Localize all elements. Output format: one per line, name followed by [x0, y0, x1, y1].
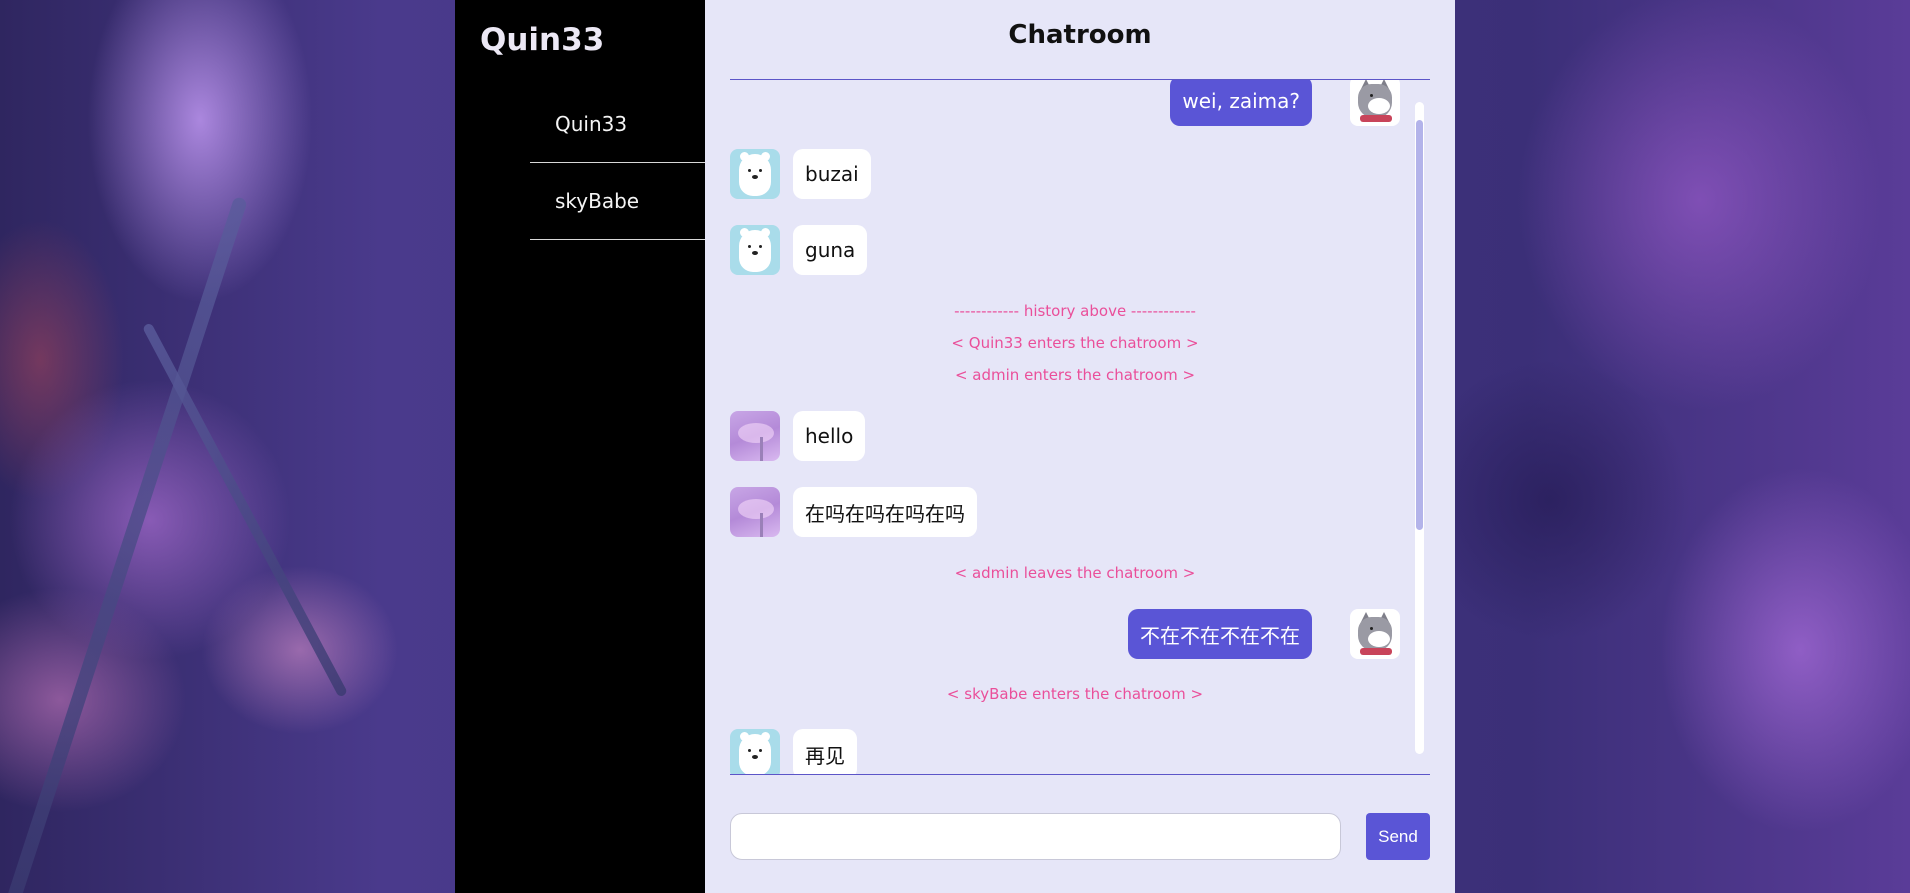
message-bubble: 在吗在吗在吗在吗	[793, 487, 977, 537]
husky-avatar	[1350, 80, 1400, 126]
chat-panel: Chatroom wei, zaima? buzai guna --------…	[705, 0, 1455, 893]
message-input[interactable]	[730, 813, 1341, 860]
message-list[interactable]: wei, zaima? buzai guna ------------ hist…	[730, 80, 1400, 774]
background-stem	[141, 322, 349, 698]
message-bubble: guna	[793, 225, 868, 275]
sidebar: Quin33 Quin33 skyBabe	[455, 0, 705, 893]
message-row: 再见	[730, 729, 1400, 774]
message-bubble: hello	[793, 411, 866, 461]
user-list: Quin33 skyBabe	[530, 86, 705, 240]
divider	[730, 774, 1430, 775]
system-notice: < skyBabe enters the chatroom >	[946, 685, 1204, 703]
message-bubble: wei, zaima?	[1170, 80, 1312, 126]
user-list-item-skybabe[interactable]: skyBabe	[530, 163, 705, 240]
polar-bear-avatar	[730, 729, 780, 774]
chat-app: Quin33 Quin33 skyBabe Chatroom wei, zaim…	[455, 0, 1455, 893]
message-row: 不在不在不在不在	[730, 609, 1400, 659]
chat-title: Chatroom	[1008, 20, 1152, 50]
message-bubble: 不在不在不在不在	[1128, 609, 1312, 659]
polar-bear-avatar	[730, 149, 780, 199]
purple-sky-avatar	[730, 411, 780, 461]
system-notice: < admin enters the chatroom >	[954, 366, 1196, 384]
polar-bear-avatar	[730, 225, 780, 275]
background-stem	[6, 195, 248, 893]
message-row: guna	[730, 225, 1400, 275]
message-bubble: 再见	[793, 729, 857, 774]
message-scrollbar[interactable]	[1415, 102, 1424, 754]
send-button[interactable]: Send	[1366, 813, 1430, 860]
message-row: buzai	[730, 149, 1400, 199]
message-row: wei, zaima?	[730, 80, 1400, 126]
system-notice: < admin leaves the chatroom >	[954, 564, 1196, 582]
purple-sky-avatar	[730, 487, 780, 537]
message-bubble: buzai	[793, 149, 871, 199]
current-username: Quin33	[480, 22, 605, 58]
user-list-item-quin33[interactable]: Quin33	[530, 86, 705, 163]
system-notice: < Quin33 enters the chatroom >	[951, 334, 1199, 352]
scrollbar-thumb[interactable]	[1416, 120, 1423, 530]
message-row: hello	[730, 411, 1400, 461]
husky-avatar	[1350, 609, 1400, 659]
history-divider-notice: ------------ history above ------------	[954, 302, 1196, 320]
message-row: 在吗在吗在吗在吗	[730, 487, 1400, 537]
